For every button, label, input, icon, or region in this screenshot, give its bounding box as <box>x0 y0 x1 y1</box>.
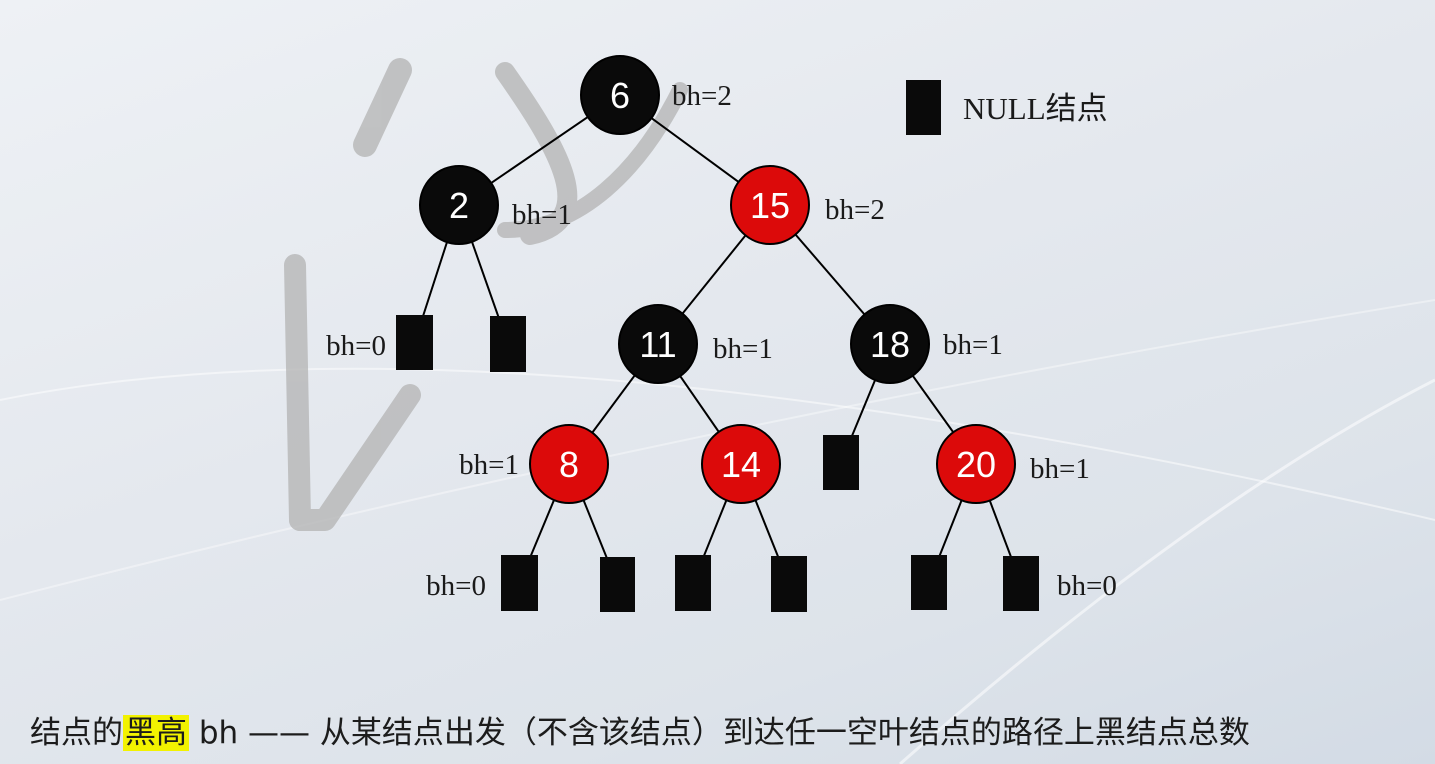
legend-null-square <box>906 80 941 135</box>
bh-label-n8: bh=1 <box>459 449 519 481</box>
null-leaf <box>396 315 433 370</box>
node-key-label: 14 <box>721 444 761 485</box>
bh-label-l20b: bh=0 <box>1057 570 1117 602</box>
bh-label-n2: bh=1 <box>512 199 572 231</box>
null-leaf <box>675 555 711 611</box>
null-leaf <box>501 555 538 611</box>
null-leaf <box>911 555 947 610</box>
bh-label-l2a: bh=0 <box>326 330 386 362</box>
bh-label-l8a: bh=0 <box>426 570 486 602</box>
caption-suffix: bh —— 从某结点出发（不含该结点）到达任一空叶结点的路径上黑结点总数 <box>189 715 1250 751</box>
node-key-label: 2 <box>449 185 469 226</box>
bh-label-n11: bh=1 <box>713 333 773 365</box>
node-key-label: 18 <box>870 324 910 365</box>
red-black-tree-diagram: 6 2 15 11 18 8 14 20 bh=0 bh=0 bh=0 bh=2 bh=1 bh=2 bh… <box>0 55 1435 764</box>
bh-label-n15: bh=2 <box>825 194 885 226</box>
node-key-label: 6 <box>610 75 630 116</box>
bh-label-n20: bh=1 <box>1030 453 1090 485</box>
legend-null-label: NULL结点 <box>963 91 1108 126</box>
caption-highlight: 黑高 <box>123 715 189 751</box>
null-leaf <box>771 556 807 612</box>
null-leaf <box>1003 556 1039 611</box>
null-leaf <box>600 557 635 612</box>
node-key-label: 20 <box>956 444 996 485</box>
decorative-background <box>0 299 1435 764</box>
bh-label-n18: bh=1 <box>943 329 1003 361</box>
caption-prefix: 结点的 <box>30 715 123 751</box>
bh-label-n6: bh=2 <box>672 80 732 112</box>
node-key-label: 8 <box>559 444 579 485</box>
null-leaf <box>490 316 526 372</box>
null-leaf <box>823 435 859 490</box>
legend: NULL结点 <box>906 80 1108 135</box>
black-height-definition: 结点的黑高 bh —— 从某结点出发（不含该结点）到达任一空叶结点的路径上黑结点… <box>30 708 1250 758</box>
node-key-label: 15 <box>750 185 790 226</box>
node-key-label: 11 <box>639 324 676 365</box>
